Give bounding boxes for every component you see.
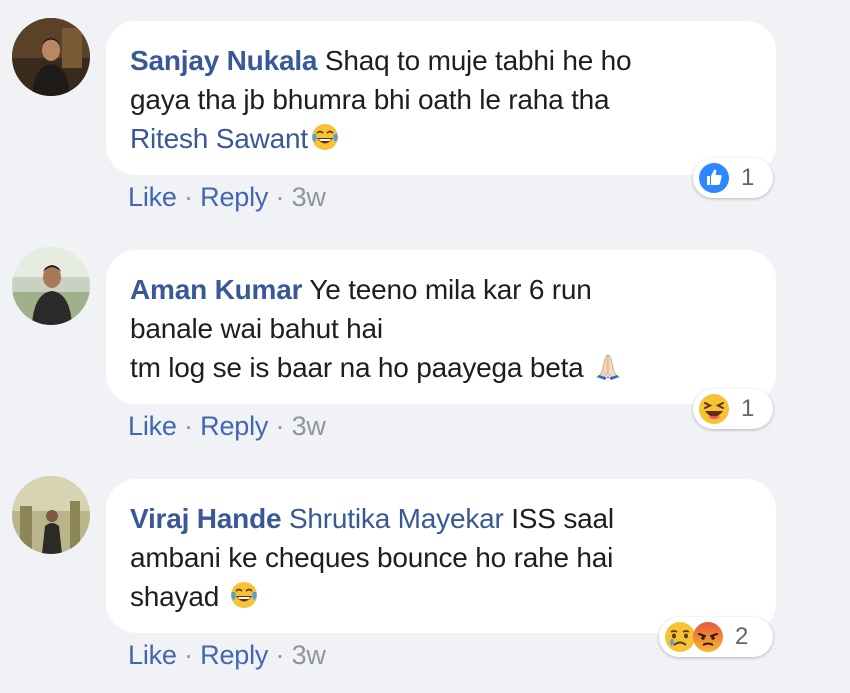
separator: · — [268, 411, 292, 441]
reaction-summary[interactable]: 1 — [693, 158, 773, 198]
comment-text: ISS saal — [503, 503, 614, 534]
comment-text: gaya tha jb bhumra bhi oath le raha tha — [130, 84, 610, 115]
separator: · — [176, 640, 201, 670]
comment-author[interactable]: Viraj Hande — [130, 503, 282, 534]
comment-text: Ye teeno mila kar 6 run — [302, 274, 592, 305]
avatar[interactable] — [12, 18, 90, 96]
separator: · — [176, 411, 201, 441]
avatar-photo — [12, 18, 90, 96]
comment-actions: Like · Reply · 3w — [128, 640, 326, 671]
tagged-user[interactable]: Shrutika Mayekar — [289, 503, 504, 534]
like-reaction-icon — [697, 161, 731, 195]
folded-hands-emoji — [593, 351, 623, 381]
comment-text: tm log se is baar na ho paayega beta — [130, 352, 592, 383]
like-button[interactable]: Like — [128, 182, 177, 212]
avatar[interactable] — [12, 247, 90, 325]
angry-reaction-icon — [691, 620, 725, 654]
reply-button[interactable]: Reply — [200, 182, 268, 212]
comment-bubble: Viraj Hande Shrutika Mayekar ISS saal am… — [106, 479, 776, 633]
comment-bubble: Sanjay Nukala Shaq to muje tabhi he ho g… — [106, 21, 776, 175]
avatar-photo — [12, 476, 90, 554]
reaction-summary[interactable]: 1 — [693, 389, 773, 429]
tears-of-joy-emoji — [310, 122, 340, 152]
comment-author[interactable]: Aman Kumar — [130, 274, 302, 305]
avatar[interactable] — [12, 476, 90, 554]
separator: · — [268, 182, 292, 212]
reaction-count: 1 — [741, 395, 755, 422]
reaction-count: 1 — [741, 164, 755, 191]
comment-text: shayad — [130, 581, 227, 612]
reply-button[interactable]: Reply — [200, 411, 268, 441]
timestamp[interactable]: 3w — [292, 411, 326, 441]
comment-text: ambani ke cheques bounce ho rahe hai — [130, 542, 614, 573]
like-button[interactable]: Like — [128, 640, 177, 670]
separator: · — [176, 182, 201, 212]
reply-button[interactable]: Reply — [200, 640, 268, 670]
tears-of-joy-emoji — [229, 580, 259, 610]
comment-bubble: Aman Kumar Ye teeno mila kar 6 run banal… — [106, 250, 776, 404]
timestamp[interactable]: 3w — [292, 640, 326, 670]
like-button[interactable]: Like — [128, 411, 177, 441]
haha-reaction-icon — [697, 392, 731, 426]
reaction-count: 2 — [735, 623, 749, 650]
avatar-photo — [12, 247, 90, 325]
comment-text: banale wai bahut hai — [130, 313, 383, 344]
timestamp[interactable]: 3w — [292, 182, 326, 212]
comment-actions: Like · Reply · 3w — [128, 182, 326, 213]
comment-text: Shaq to muje tabhi he ho — [317, 45, 632, 76]
comment-actions: Like · Reply · 3w — [128, 411, 326, 442]
tagged-user[interactable]: Ritesh Sawant — [130, 123, 308, 154]
reaction-summary[interactable]: 2 — [659, 617, 773, 657]
comment-author[interactable]: Sanjay Nukala — [130, 45, 317, 76]
separator: · — [268, 640, 292, 670]
